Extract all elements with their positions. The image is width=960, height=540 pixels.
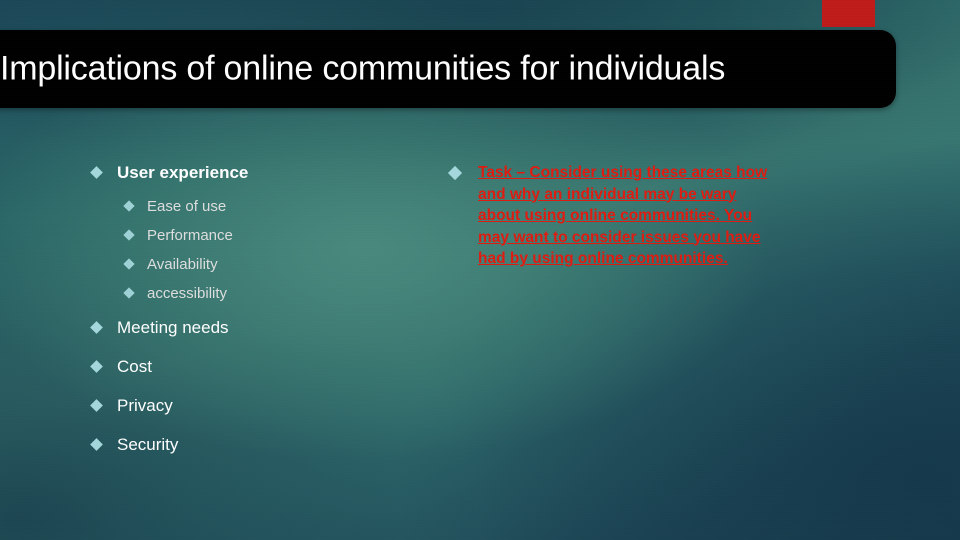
diamond-bullet-icon	[90, 360, 103, 373]
list-item[interactable]: Performance	[123, 226, 422, 245]
task-instruction-text: Task – Consider using these areas how an…	[478, 164, 768, 267]
slide-canvas: Implications of online communities for i…	[0, 0, 960, 540]
list-item[interactable]: Meeting needs	[90, 317, 422, 338]
diamond-bullet-icon	[90, 399, 103, 412]
diamond-bullet-icon	[123, 200, 135, 212]
list-item-label: Privacy	[117, 396, 173, 415]
accent-rectangle	[822, 0, 875, 27]
diamond-bullet-icon	[123, 287, 135, 299]
list-item-label: Security	[117, 435, 179, 454]
diamond-bullet-icon	[90, 166, 103, 179]
list-item-label: User experience	[117, 163, 249, 182]
diamond-bullet-icon	[123, 258, 135, 270]
diamond-bullet-icon	[90, 438, 103, 451]
right-task-block: Task – Consider using these areas how an…	[447, 162, 790, 270]
list-item[interactable]: Availability	[123, 255, 422, 274]
list-item-label: accessibility	[147, 285, 228, 302]
diamond-bullet-icon	[90, 321, 103, 334]
title-bar: Implications of online communities for i…	[0, 30, 896, 108]
list-item-label: Cost	[117, 357, 152, 376]
list-item-label: Meeting needs	[117, 318, 229, 337]
task-list-item[interactable]: Task – Consider using these areas how an…	[447, 162, 790, 270]
list-item[interactable]: Ease of use	[123, 197, 422, 216]
diamond-bullet-icon	[447, 165, 463, 181]
list-item[interactable]: Cost	[90, 356, 422, 377]
list-item[interactable]: Privacy	[90, 395, 422, 416]
list-item-label: Performance	[147, 227, 233, 244]
list-item[interactable]: User experience	[90, 162, 422, 183]
left-bullet-list: User experience Ease of use Performance …	[90, 162, 422, 473]
list-item-label: Ease of use	[147, 198, 227, 215]
page-title: Implications of online communities for i…	[0, 49, 726, 88]
list-item[interactable]: Security	[90, 434, 422, 455]
list-item[interactable]: accessibility	[123, 284, 422, 303]
list-item-label: Availability	[147, 256, 218, 273]
diamond-bullet-icon	[123, 229, 135, 241]
